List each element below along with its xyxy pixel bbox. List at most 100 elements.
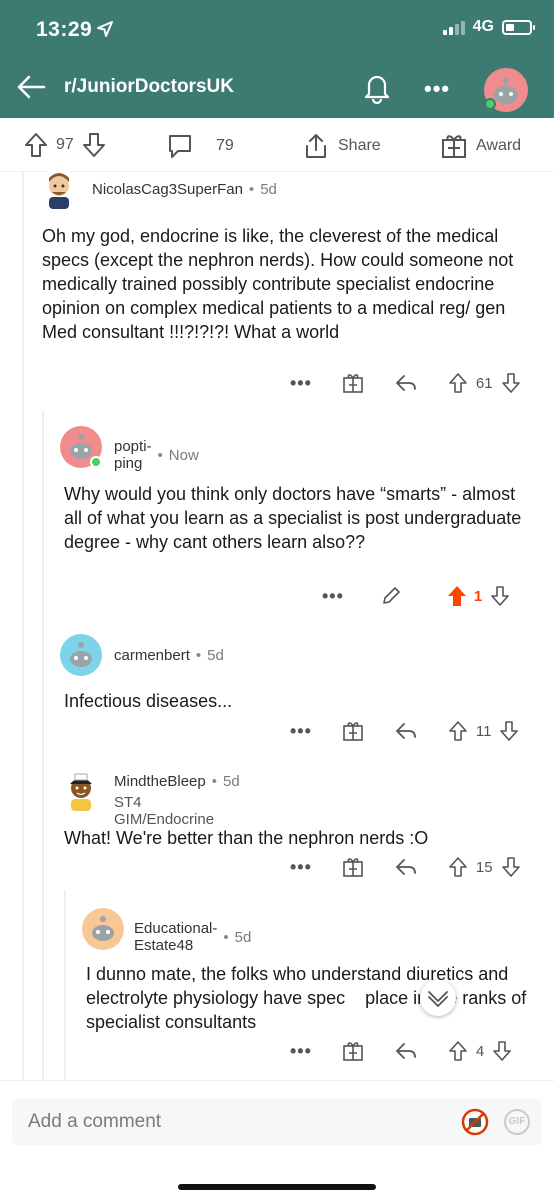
more-options-button[interactable]: ••• xyxy=(290,857,312,878)
app-header: 13:29 4G r/JuniorDoctorsUK ••• xyxy=(0,0,554,118)
comment-header: NicolasCag3SuperFan • 5d xyxy=(92,181,277,198)
share-label: Share xyxy=(338,137,381,154)
comment-time: 5d xyxy=(207,647,224,664)
signal-icon xyxy=(442,19,465,35)
comment-author[interactable]: carmenbert xyxy=(114,647,190,664)
scroll-down-button[interactable] xyxy=(420,980,456,1016)
gift-icon xyxy=(442,135,466,158)
comment-count: 79 xyxy=(216,137,234,154)
comment-time: Now xyxy=(168,446,199,464)
comment-input-placeholder: Add a comment xyxy=(28,1111,162,1132)
comment-author[interactable]: Educational-Estate48 xyxy=(134,920,217,954)
comment-body: I dunno mate, the folks who understand d… xyxy=(86,964,532,1032)
comment-actions: ••• 15 xyxy=(290,856,521,878)
gift-icon[interactable] xyxy=(342,720,364,742)
cartoon-doctor-avatar-icon xyxy=(70,773,92,811)
comment-score: 1 xyxy=(473,587,483,605)
separator-dot: • xyxy=(223,928,229,946)
user-avatar[interactable] xyxy=(82,908,124,950)
more-options-button[interactable]: ••• xyxy=(290,721,312,742)
downvote-icon[interactable] xyxy=(501,856,521,878)
thread-line[interactable] xyxy=(22,172,24,1082)
more-options-button[interactable]: ••• xyxy=(424,76,450,102)
comment-author[interactable]: MindtheBleep xyxy=(114,773,206,790)
comment-time: 5d xyxy=(260,181,277,198)
reply-icon[interactable] xyxy=(394,1040,418,1062)
bell-icon[interactable] xyxy=(360,70,394,104)
separator-dot: • xyxy=(211,773,217,790)
share-button[interactable]: Share xyxy=(302,132,381,160)
snoo-avatar-icon xyxy=(92,916,114,941)
comment-header: MindtheBleep • 5d xyxy=(114,773,240,790)
downvote-icon[interactable] xyxy=(82,132,106,158)
arrow-left-icon[interactable] xyxy=(14,70,48,104)
no-image-icon[interactable] xyxy=(460,1107,490,1137)
status-time: 13:29 xyxy=(36,18,93,41)
post-score: 97 xyxy=(56,136,74,153)
comment-author[interactable]: NicolasCag3SuperFan xyxy=(92,181,243,198)
more-options-button[interactable]: ••• xyxy=(322,586,344,607)
downvote-icon[interactable] xyxy=(501,372,521,394)
user-avatar[interactable] xyxy=(38,168,80,210)
comment-body: Oh my god, endocrine is like, the clever… xyxy=(42,226,514,342)
post-action-bar: 97 79 Share Award xyxy=(0,118,554,172)
upvote-icon[interactable] xyxy=(448,856,468,878)
gift-icon[interactable] xyxy=(342,372,364,394)
upvote-icon[interactable] xyxy=(448,372,468,394)
user-flair: ST4 GIM/Endocrine xyxy=(114,794,215,828)
comment-body: Infectious diseases... xyxy=(64,691,233,711)
edit-pencil-icon[interactable] xyxy=(380,585,402,607)
online-indicator xyxy=(90,456,102,468)
gif-button[interactable]: GIF xyxy=(504,1109,530,1135)
award-label: Award xyxy=(476,137,522,154)
comment-score: 4 xyxy=(475,1042,485,1060)
location-arrow-icon xyxy=(97,21,113,37)
comment-body: What! We're better than the nephron nerd… xyxy=(64,828,429,848)
network-type: 4G xyxy=(472,18,494,35)
downvote-icon[interactable] xyxy=(490,585,510,607)
comment-body: Why would you think only doctors have “s… xyxy=(64,484,522,552)
reply-icon[interactable] xyxy=(394,856,418,878)
comment-input[interactable]: Add a comment GIF xyxy=(12,1099,542,1145)
comment-time: 5d xyxy=(223,773,240,790)
comment-header: carmenbert • 5d xyxy=(114,647,224,664)
comment-header: Educational-Estate48 • 5d xyxy=(134,920,251,954)
user-avatar[interactable] xyxy=(60,426,102,468)
separator-dot: • xyxy=(195,647,202,664)
more-options-button[interactable]: ••• xyxy=(290,373,312,394)
gift-icon[interactable] xyxy=(342,856,364,878)
status-indicators: 4G xyxy=(442,18,535,36)
subreddit-title[interactable]: r/JuniorDoctorsUK xyxy=(64,76,234,98)
comment-actions: ••• 61 xyxy=(290,372,521,394)
upvote-icon[interactable] xyxy=(448,1040,468,1062)
thread-line[interactable] xyxy=(42,410,44,1080)
cartoon-face-avatar-icon xyxy=(49,173,69,209)
thread-line[interactable] xyxy=(64,890,66,1080)
downvote-icon[interactable] xyxy=(492,1040,512,1062)
upvote-icon[interactable] xyxy=(448,720,468,742)
comment-header: popti-ping • Now xyxy=(114,438,199,472)
comment-author[interactable]: popti-ping xyxy=(114,438,152,472)
downvote-icon[interactable] xyxy=(499,720,519,742)
user-avatar[interactable] xyxy=(60,770,102,812)
reply-icon[interactable] xyxy=(394,720,418,742)
separator-dot: • xyxy=(248,181,255,198)
share-icon xyxy=(306,134,326,158)
user-avatar[interactable] xyxy=(484,68,528,112)
post-vote-group: 97 xyxy=(24,132,106,158)
upvote-icon[interactable] xyxy=(24,132,48,158)
gift-icon[interactable] xyxy=(342,1040,364,1062)
user-avatar[interactable] xyxy=(60,634,102,676)
comments-button[interactable]: 79 xyxy=(166,132,234,160)
comment-score: 15 xyxy=(475,858,493,876)
home-indicator xyxy=(178,1184,376,1190)
reply-icon[interactable] xyxy=(394,372,418,394)
upvote-active-icon[interactable] xyxy=(446,584,468,608)
comment-actions: ••• 4 xyxy=(290,1040,512,1062)
battery-icon xyxy=(502,19,535,35)
award-button[interactable]: Award xyxy=(440,132,521,160)
separator-dot: • xyxy=(157,446,163,464)
comment-composer-bar: Add a comment GIF xyxy=(0,1080,554,1200)
more-options-button[interactable]: ••• xyxy=(290,1041,312,1062)
comment-time: 5d xyxy=(234,928,252,946)
